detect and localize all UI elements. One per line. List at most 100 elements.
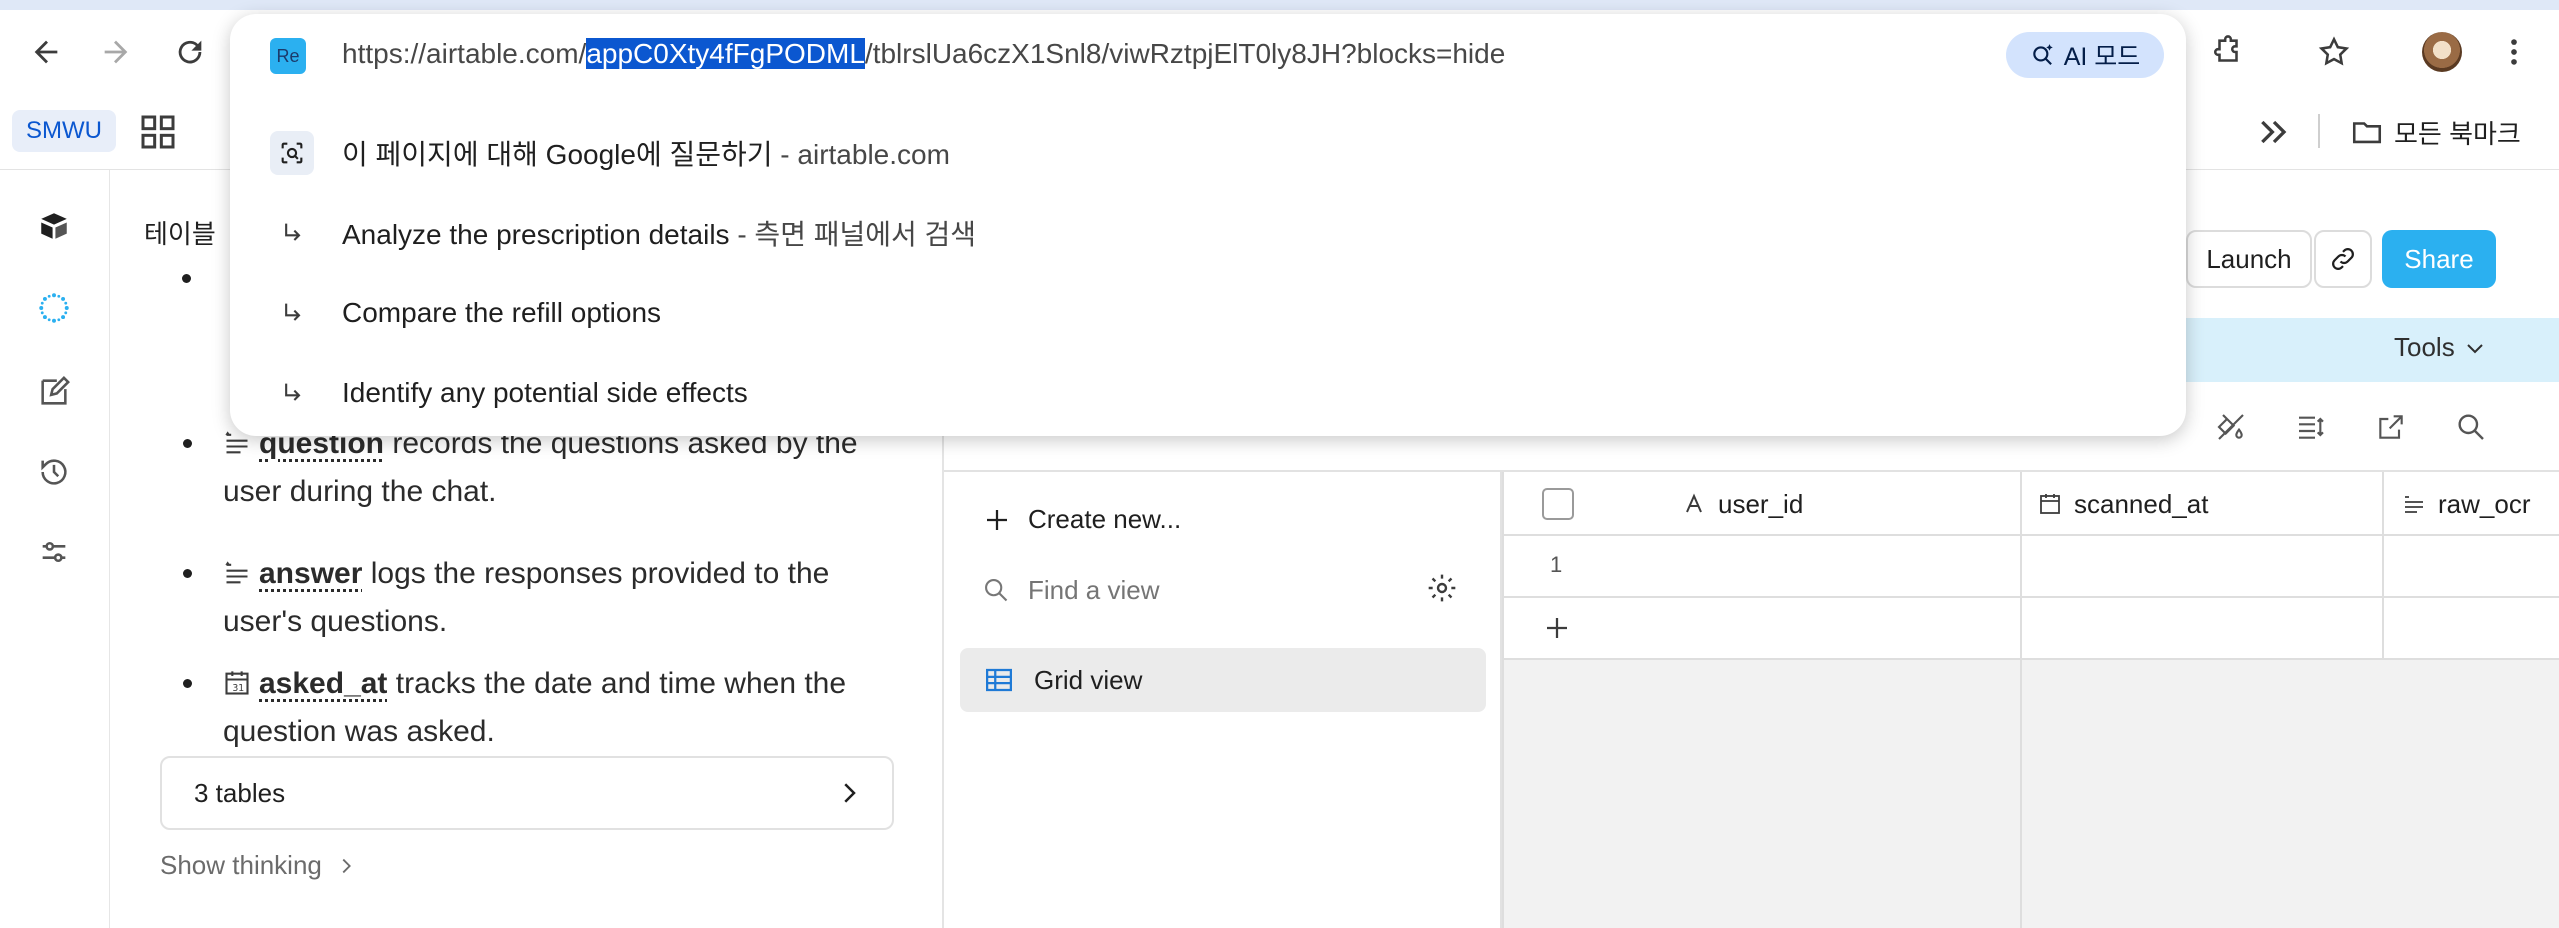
- views-sidebar: Create new... Grid view: [944, 472, 1502, 928]
- subdirectory-arrow-icon: [270, 371, 314, 415]
- view-item-grid[interactable]: Grid view: [960, 648, 1486, 712]
- tab-strip: [0, 0, 2559, 10]
- app-left-rail: [0, 170, 110, 928]
- row-number: 1: [1550, 552, 1563, 577]
- suggestion-sub: - airtable.com: [772, 139, 950, 170]
- column-header-scanned-at[interactable]: scanned_at: [2038, 472, 2208, 536]
- find-view-input[interactable]: [1028, 574, 1388, 606]
- field-description: tracks the date and time when the: [387, 667, 847, 700]
- row-height-icon[interactable]: [2290, 406, 2332, 448]
- extensions-icon[interactable]: [2200, 24, 2256, 80]
- suggestion-text: 이 페이지에 대해 Google에 질문하기: [342, 139, 773, 170]
- chevron-right-icon: [342, 858, 352, 874]
- column-label: raw_ocr: [2438, 488, 2531, 519]
- suggestion-identify[interactable]: Identify any potential side effects: [230, 354, 2186, 432]
- back-icon[interactable]: [18, 24, 74, 80]
- column-header-raw-ocr[interactable]: raw_ocr: [2402, 472, 2530, 536]
- create-new-label: Create new...: [1028, 504, 1182, 534]
- chat-list-item-answer: answer logs the responses provided to th…: [183, 550, 1003, 646]
- share-view-icon[interactable]: [2370, 406, 2412, 448]
- data-grid: user_id scanned_at raw_ocr 1: [1502, 472, 2559, 928]
- menu-kebab-icon[interactable]: [2486, 24, 2542, 80]
- copy-link-button[interactable]: [2314, 230, 2372, 288]
- forward-icon[interactable]: [88, 24, 144, 80]
- tools-label: Tools: [2394, 332, 2455, 362]
- long-text-icon: [2405, 496, 2423, 513]
- calendar-icon: 31: [225, 671, 249, 695]
- settings-sliders-icon[interactable]: [26, 524, 82, 580]
- google-lens-icon: [270, 131, 314, 175]
- chevron-double-right-icon[interactable]: [2254, 112, 2294, 152]
- field-description: logs the responses provided to the: [362, 557, 830, 590]
- launch-label: Launch: [2206, 243, 2292, 274]
- list-bullet: [182, 274, 191, 283]
- edit-icon[interactable]: [26, 364, 82, 420]
- omnibox-dropdown: Re https://airtable.com/appC0Xty4fFgPODM…: [230, 14, 2186, 436]
- bookmark-star-icon[interactable]: [2306, 24, 2362, 80]
- chat-list-item-asked-at: 31 asked_at tracks the date and time when…: [183, 660, 1003, 756]
- address-bar[interactable]: Re https://airtable.com/appC0Xty4fFgPODM…: [230, 14, 2186, 98]
- create-new-view-button[interactable]: Create new...: [982, 504, 1181, 535]
- column-label: user_id: [1718, 488, 1804, 519]
- text-field-icon: [1686, 493, 1702, 513]
- launch-button[interactable]: Launch: [2186, 230, 2312, 288]
- select-all-checkbox[interactable]: [1542, 488, 1574, 520]
- profile-avatar[interactable]: [2414, 24, 2470, 80]
- column-header-user-id[interactable]: user_id: [1682, 472, 1803, 536]
- table-row[interactable]: 1: [1502, 536, 2559, 598]
- chevron-down-icon: [2466, 343, 2483, 353]
- search-icon[interactable]: [2450, 406, 2492, 448]
- plus-icon: [987, 509, 1007, 530]
- url-selected-text: appC0Xty4fFgPODML: [586, 38, 865, 69]
- ai-assistant-icon[interactable]: [26, 280, 82, 336]
- bookmark-smwu[interactable]: SMWU: [12, 110, 116, 152]
- plus-icon: [1547, 618, 1567, 638]
- ai-mode-label: AI 모드: [2063, 43, 2141, 71]
- field-description-cont: question was asked.: [223, 715, 495, 748]
- chevron-right-icon: [844, 783, 856, 803]
- grid-header-row: user_id scanned_at raw_ocr: [1502, 472, 2559, 536]
- suggestion-ask-google[interactable]: 이 페이지에 대해 Google에 질문하기 - airtable.com: [230, 114, 2186, 192]
- suggestion-sub: - 측면 패널에서 검색: [729, 219, 977, 250]
- long-text-icon: [225, 561, 248, 584]
- site-favicon: Re: [270, 38, 306, 74]
- view-settings-gear-icon[interactable]: [1426, 572, 1462, 608]
- calendar-icon: [2040, 494, 2060, 514]
- history-icon[interactable]: [26, 444, 82, 500]
- subdirectory-arrow-icon: [270, 211, 314, 255]
- address-url[interactable]: https://airtable.com/appC0Xty4fFgPODML/t…: [342, 38, 1505, 70]
- list-bullet: [183, 569, 192, 578]
- add-row[interactable]: [1502, 598, 2559, 660]
- bookmarks-divider: [2318, 114, 2320, 148]
- field-name: answer: [259, 557, 363, 590]
- tables-card-label: 3 tables: [194, 777, 286, 808]
- list-bullet: [183, 679, 192, 688]
- field-description-cont: user's questions.: [223, 605, 448, 638]
- url-prefix: https://airtable.com/: [342, 38, 587, 69]
- suggestion-compare[interactable]: Compare the refill options: [230, 274, 2186, 352]
- tables-card[interactable]: 3 tables: [160, 756, 894, 830]
- apps-grid-icon[interactable]: [138, 112, 178, 152]
- list-bullet: [183, 439, 192, 448]
- find-view-search[interactable]: [982, 566, 1462, 614]
- subdirectory-arrow-icon: [270, 291, 314, 335]
- chat-header: 테이블: [144, 219, 216, 249]
- column-divider: [2020, 472, 2022, 928]
- folder-icon: [2352, 122, 2382, 144]
- reload-icon[interactable]: [162, 24, 218, 80]
- suggestion-text: Analyze the prescription details: [342, 219, 730, 250]
- airtable-logo-icon[interactable]: [26, 198, 82, 254]
- share-label: Share: [2404, 243, 2474, 274]
- ai-mode-button[interactable]: AI 모드: [2006, 32, 2164, 78]
- grid-left-border: [1502, 472, 1504, 928]
- suggestion-text: Compare the refill options: [342, 297, 662, 328]
- share-button[interactable]: Share: [2382, 230, 2496, 288]
- show-thinking-link[interactable]: Show thinking: [160, 850, 357, 881]
- all-bookmarks-label: 모든 북마크: [2394, 118, 2521, 149]
- color-fill-icon[interactable]: [2210, 406, 2252, 448]
- all-bookmarks-button[interactable]: 모든 북마크: [2350, 112, 2521, 152]
- tools-menu[interactable]: Tools: [2394, 332, 2487, 363]
- ai-search-icon: [2032, 44, 2053, 65]
- suggestion-analyze[interactable]: Analyze the prescription details - 측면 패널…: [230, 194, 2186, 272]
- url-suffix: /tblrslUa6czX1Snl8/viwRztpjElT0ly8JH?blo…: [864, 38, 1506, 69]
